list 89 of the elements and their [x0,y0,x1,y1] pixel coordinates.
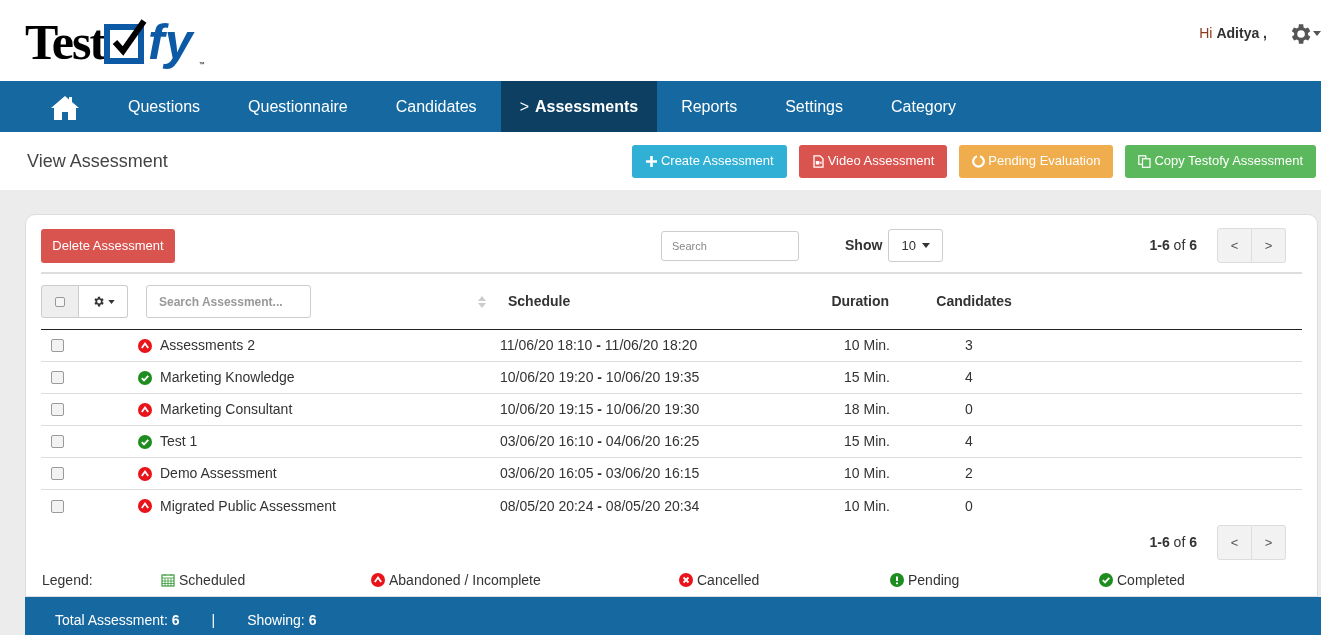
legend-item: Cancelled [697,570,760,590]
warning-circle-icon [371,573,385,587]
next-page-button[interactable]: > [1252,525,1286,560]
warning-circle-icon [138,466,152,481]
previous-page-button[interactable]: < [1217,525,1252,560]
search-field[interactable]: Search [661,230,799,261]
delete-button[interactable]: Delete Assessment [41,228,175,263]
warning-circle-icon [138,338,152,353]
check-circle-icon [138,434,152,449]
copy-icon [1138,154,1152,168]
legend-item: Abandoned / Incomplete [389,570,541,590]
legend-item: Completed [1117,570,1185,590]
duration-cell-text: 15 Min. [843,368,891,387]
check-circle-icon [138,370,152,385]
row-checkbox[interactable] [51,403,64,416]
candidates-cell-text: 0 [964,400,974,419]
total-assessments: Total Assessment: 6 [55,610,180,630]
legend-item: Scheduled [179,570,246,590]
select-all-checkbox[interactable] [55,296,65,307]
previous-page-button[interactable]: < [1217,228,1252,263]
nav-tab[interactable]: Questionnaire [224,81,372,132]
candidates-cell-text: 2 [964,464,974,483]
circle-notch-icon [972,154,986,168]
schedule-cell-text: 10/06/20 19:15 - 10/06/20 19:30 [500,400,701,419]
caret-down-icon [922,243,931,248]
nav-tab[interactable]: Category [867,81,980,132]
candidates-cell-text: 4 [964,432,974,451]
candidates-cell-text: 3 [964,336,974,355]
page-size-select[interactable]: 10 [888,229,944,262]
exclamation-circle-icon [890,573,904,587]
pagination-count: 1-6 of 6 [1149,236,1197,255]
legend-item: Pending [908,570,960,590]
caret-down-icon [1313,31,1321,36]
user-name: Aditya , [1216,24,1267,43]
candidates-cell-text: 0 [964,496,974,516]
show-label: Show [845,236,883,255]
nav-tab[interactable]: Settings [761,81,867,132]
action-button[interactable]: Video Assessment [798,144,948,178]
assessment-name[interactable]: Migrated Public Assessment [160,495,336,517]
check-circle-icon [1099,573,1113,587]
logo-suffix: fy [148,15,196,68]
schedule-cell-text: 08/05/20 20:24 - 08/05/20 20:34 [500,496,701,516]
x-circle-icon [679,573,693,587]
warning-circle-icon [138,402,152,417]
plus-icon [644,154,658,168]
home-icon [50,93,80,120]
calendar-icon [161,573,175,587]
greeting: Hi [1199,24,1213,43]
row-checkbox[interactable] [51,371,64,384]
pagination-count: 1-6 of 6 [1149,533,1197,552]
bulk-settings-button[interactable] [79,285,128,318]
nav-tab[interactable]: Reports [657,81,762,132]
legend-label: Legend: [41,570,94,590]
nav-tab[interactable]: Questions [104,81,225,132]
sort-icon[interactable] [478,294,486,309]
duration-cell-text: 15 Min. [843,432,891,451]
status-separator: | [211,610,216,630]
schedule-cell-text: 03/06/20 16:10 - 04/06/20 16:25 [500,432,701,451]
assessment-name[interactable]: Marketing Consultant [160,399,293,420]
assessment-search-field[interactable]: Search Assessment... [146,285,311,318]
caret-down-icon [107,299,115,304]
video-file-icon [811,154,825,168]
duration-cell-text: 10 Min. [843,464,891,483]
nav-tab[interactable]: Candidates [371,81,501,132]
page-title: View Assessment [27,149,168,173]
column-header: Candidates [935,292,1013,311]
row-checkbox[interactable] [51,499,64,513]
showing-count: Showing: 6 [247,610,317,630]
column-header: Duration [830,292,890,311]
warning-circle-icon [138,499,152,513]
schedule-cell-text: 03/06/20 16:05 - 03/06/20 16:15 [500,464,701,483]
duration-cell-text: 18 Min. [843,400,891,419]
column-header: Schedule [507,292,572,311]
next-page-button[interactable]: > [1252,228,1286,263]
duration-cell-text: 10 Min. [843,336,891,355]
logo-word: Test [25,15,105,68]
duration-cell-text: 10 Min. [843,496,891,516]
candidates-cell-text: 4 [964,368,974,387]
row-checkbox[interactable] [51,435,64,448]
checkbox-tick-icon [104,17,149,64]
assessment-name[interactable]: Marketing Knowledge [160,367,295,388]
row-checkbox[interactable] [51,339,64,352]
nav-tab[interactable]: > Assessments [500,81,658,132]
schedule-cell-text: 10/06/20 19:20 - 10/06/20 19:35 [500,368,701,387]
row-checkbox[interactable] [51,467,64,480]
assessment-name[interactable]: Test 1 [160,431,198,452]
assessment-name[interactable]: Assessments 2 [160,335,255,356]
schedule-cell-text: 11/06/20 18:10 - 11/06/20 18:20 [500,336,699,355]
assessment-name[interactable]: Demo Assessment [160,463,277,484]
